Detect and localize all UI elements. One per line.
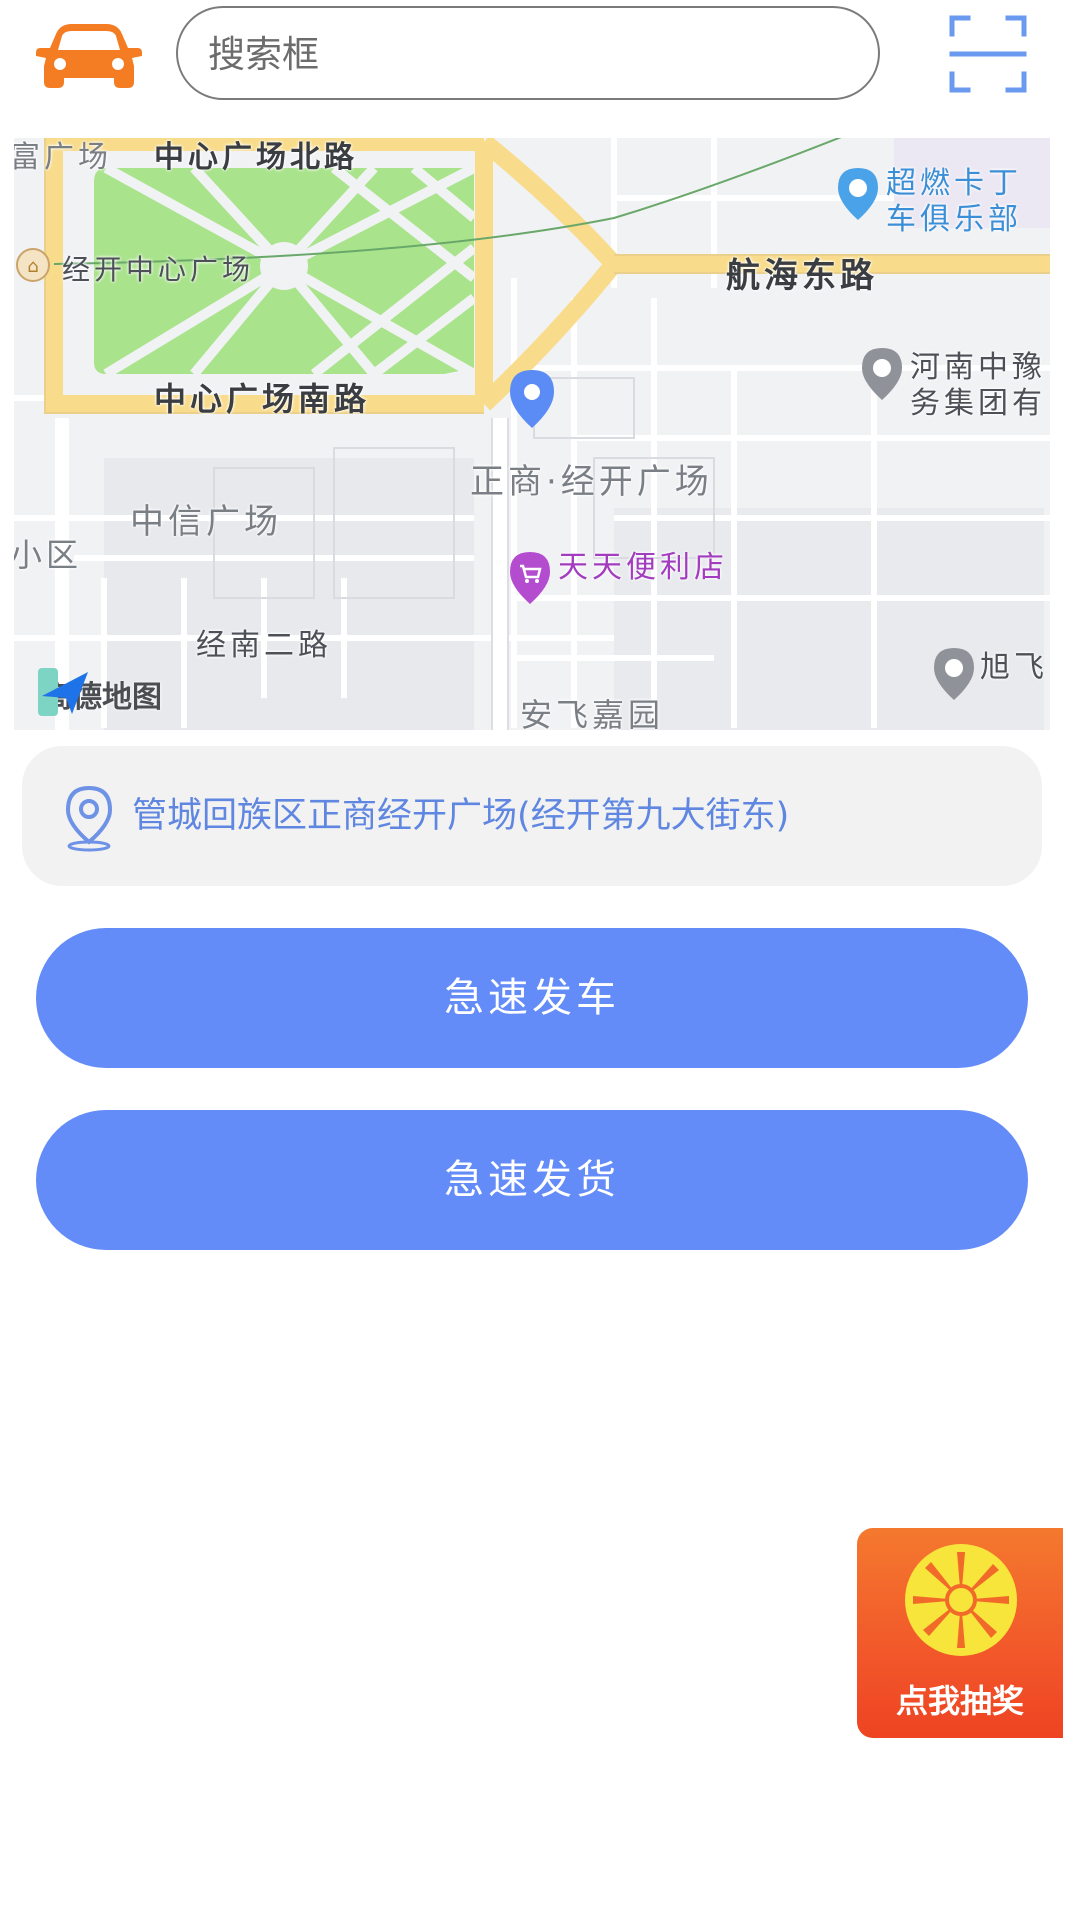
club-pin-icon xyxy=(836,166,880,222)
shop-pin-icon xyxy=(508,550,552,606)
amap-logo: 高德地图 xyxy=(36,666,162,722)
lottery-label: 点我抽奖 xyxy=(895,1682,1024,1720)
company-pin-icon xyxy=(860,346,904,402)
address-text: 管城回族区正商经开广场(经开第九大街东) xyxy=(132,796,790,836)
svg-text:⌂: ⌂ xyxy=(27,256,38,277)
map-label-zhengshang-plaza: 正商·经开广场 xyxy=(470,462,713,502)
map-label-zhongxin-plaza: 中信广场 xyxy=(130,502,282,542)
send-goods-button[interactable]: 急速发货 xyxy=(36,1110,1028,1250)
map-label-north-road: 中心广场北路 xyxy=(154,140,358,175)
current-location-pin-icon xyxy=(508,368,556,430)
map-label-store: 天天便利店 xyxy=(558,550,728,585)
location-pin-icon xyxy=(65,785,113,852)
top-bar xyxy=(0,0,1080,138)
landmark-icon: ⌂ xyxy=(16,248,50,282)
map-label-xiaoqu: 小区 xyxy=(14,536,83,574)
lottery-button[interactable]: 点我抽奖 xyxy=(857,1528,1063,1738)
map-label-xufei: 旭飞 xyxy=(980,650,1048,685)
xufei-pin-icon xyxy=(932,646,976,702)
map-label-anfei: 安飞嘉园 xyxy=(520,696,665,730)
scan-icon[interactable] xyxy=(948,14,1028,94)
car-icon[interactable] xyxy=(34,20,144,90)
map-view[interactable]: 中心广场北路 富广场 ⌂ 经开中心广场 中心广场南路 航海东路 超燃卡丁 车俱乐… xyxy=(14,138,1050,730)
map-label-group-line2: 务集团有 xyxy=(910,386,1046,421)
map-label-center-plaza: 经开中心广场 xyxy=(62,253,255,286)
map-label-club-line2: 车俱乐部 xyxy=(886,202,1022,237)
map-label-jingnan-road: 经南二路 xyxy=(196,628,332,663)
search-box[interactable] xyxy=(176,6,880,100)
map-label-south-road: 中心广场南路 xyxy=(154,380,371,418)
map-label-plaza-left: 富广场 xyxy=(14,140,112,175)
current-address-bar[interactable]: 管城回族区正商经开广场(经开第九大街东) xyxy=(22,746,1042,886)
search-input[interactable] xyxy=(206,8,850,100)
send-car-button[interactable]: 急速发车 xyxy=(36,928,1028,1068)
prize-wheel-icon xyxy=(905,1544,1017,1656)
amap-logo-icon xyxy=(38,668,88,716)
map-label-hanghai-road: 航海东路 xyxy=(726,256,878,296)
